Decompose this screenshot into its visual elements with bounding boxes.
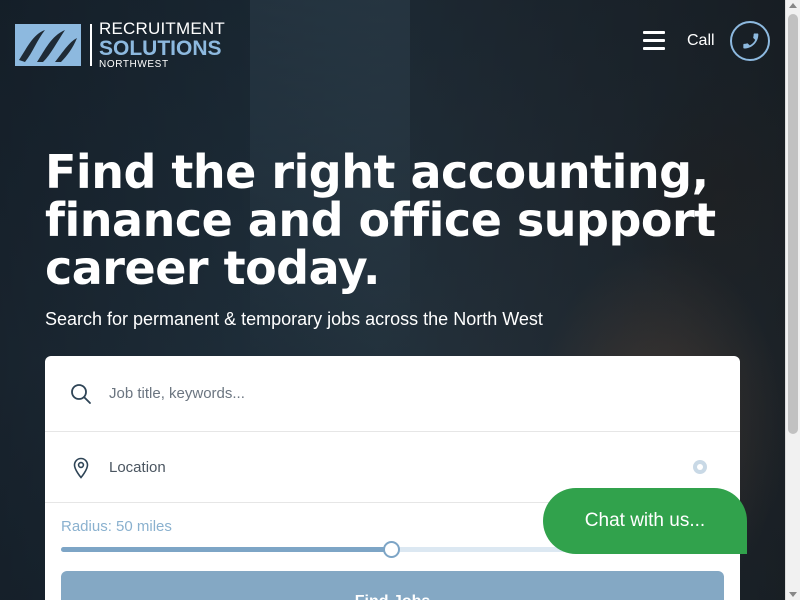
slider-handle[interactable] xyxy=(383,541,400,558)
menu-bar xyxy=(643,39,665,42)
menu-bar xyxy=(643,31,665,34)
search-icon xyxy=(71,383,91,404)
scroll-up-icon[interactable] xyxy=(789,3,797,8)
phone-icon xyxy=(743,33,759,49)
radius-label: Radius: 50 miles xyxy=(61,518,172,535)
slider-fill xyxy=(61,547,391,552)
map-pin-icon xyxy=(73,457,89,479)
location-input[interactable]: Location xyxy=(109,459,166,476)
logo-line-2: SOLUTIONS xyxy=(99,37,222,60)
logo-line-1: RECRUITMENT xyxy=(99,19,225,38)
logo-mark-icon xyxy=(15,24,81,66)
logo-line-3: NORTHWEST xyxy=(99,59,169,70)
logo-divider xyxy=(90,24,92,66)
scroll-down-icon[interactable] xyxy=(789,592,797,597)
keywords-row[interactable]: Job title, keywords... xyxy=(45,356,740,432)
hero-headline: Find the right accounting, finance and o… xyxy=(45,145,716,295)
site-logo[interactable]: RECRUITMENT SOLUTIONS NORTHWEST xyxy=(15,20,225,70)
scroll-thumb[interactable] xyxy=(788,14,798,434)
chat-button[interactable]: Chat with us... xyxy=(543,488,747,554)
hamburger-icon[interactable] xyxy=(643,31,665,51)
page-scrollbar[interactable] xyxy=(785,0,800,600)
locate-me-icon[interactable] xyxy=(693,460,707,474)
menu-bar xyxy=(643,47,665,50)
call-button[interactable] xyxy=(730,21,770,61)
find-jobs-button[interactable]: Find Jobs xyxy=(61,571,724,600)
keywords-input[interactable]: Job title, keywords... xyxy=(109,385,245,402)
logo-wordmark: RECRUITMENT SOLUTIONS NORTHWEST xyxy=(99,20,225,70)
job-search-form: Job title, keywords... Location Radius: … xyxy=(45,356,740,600)
call-label[interactable]: Call xyxy=(687,32,715,50)
hero-subheadline: Search for permanent & temporary jobs ac… xyxy=(45,309,543,329)
